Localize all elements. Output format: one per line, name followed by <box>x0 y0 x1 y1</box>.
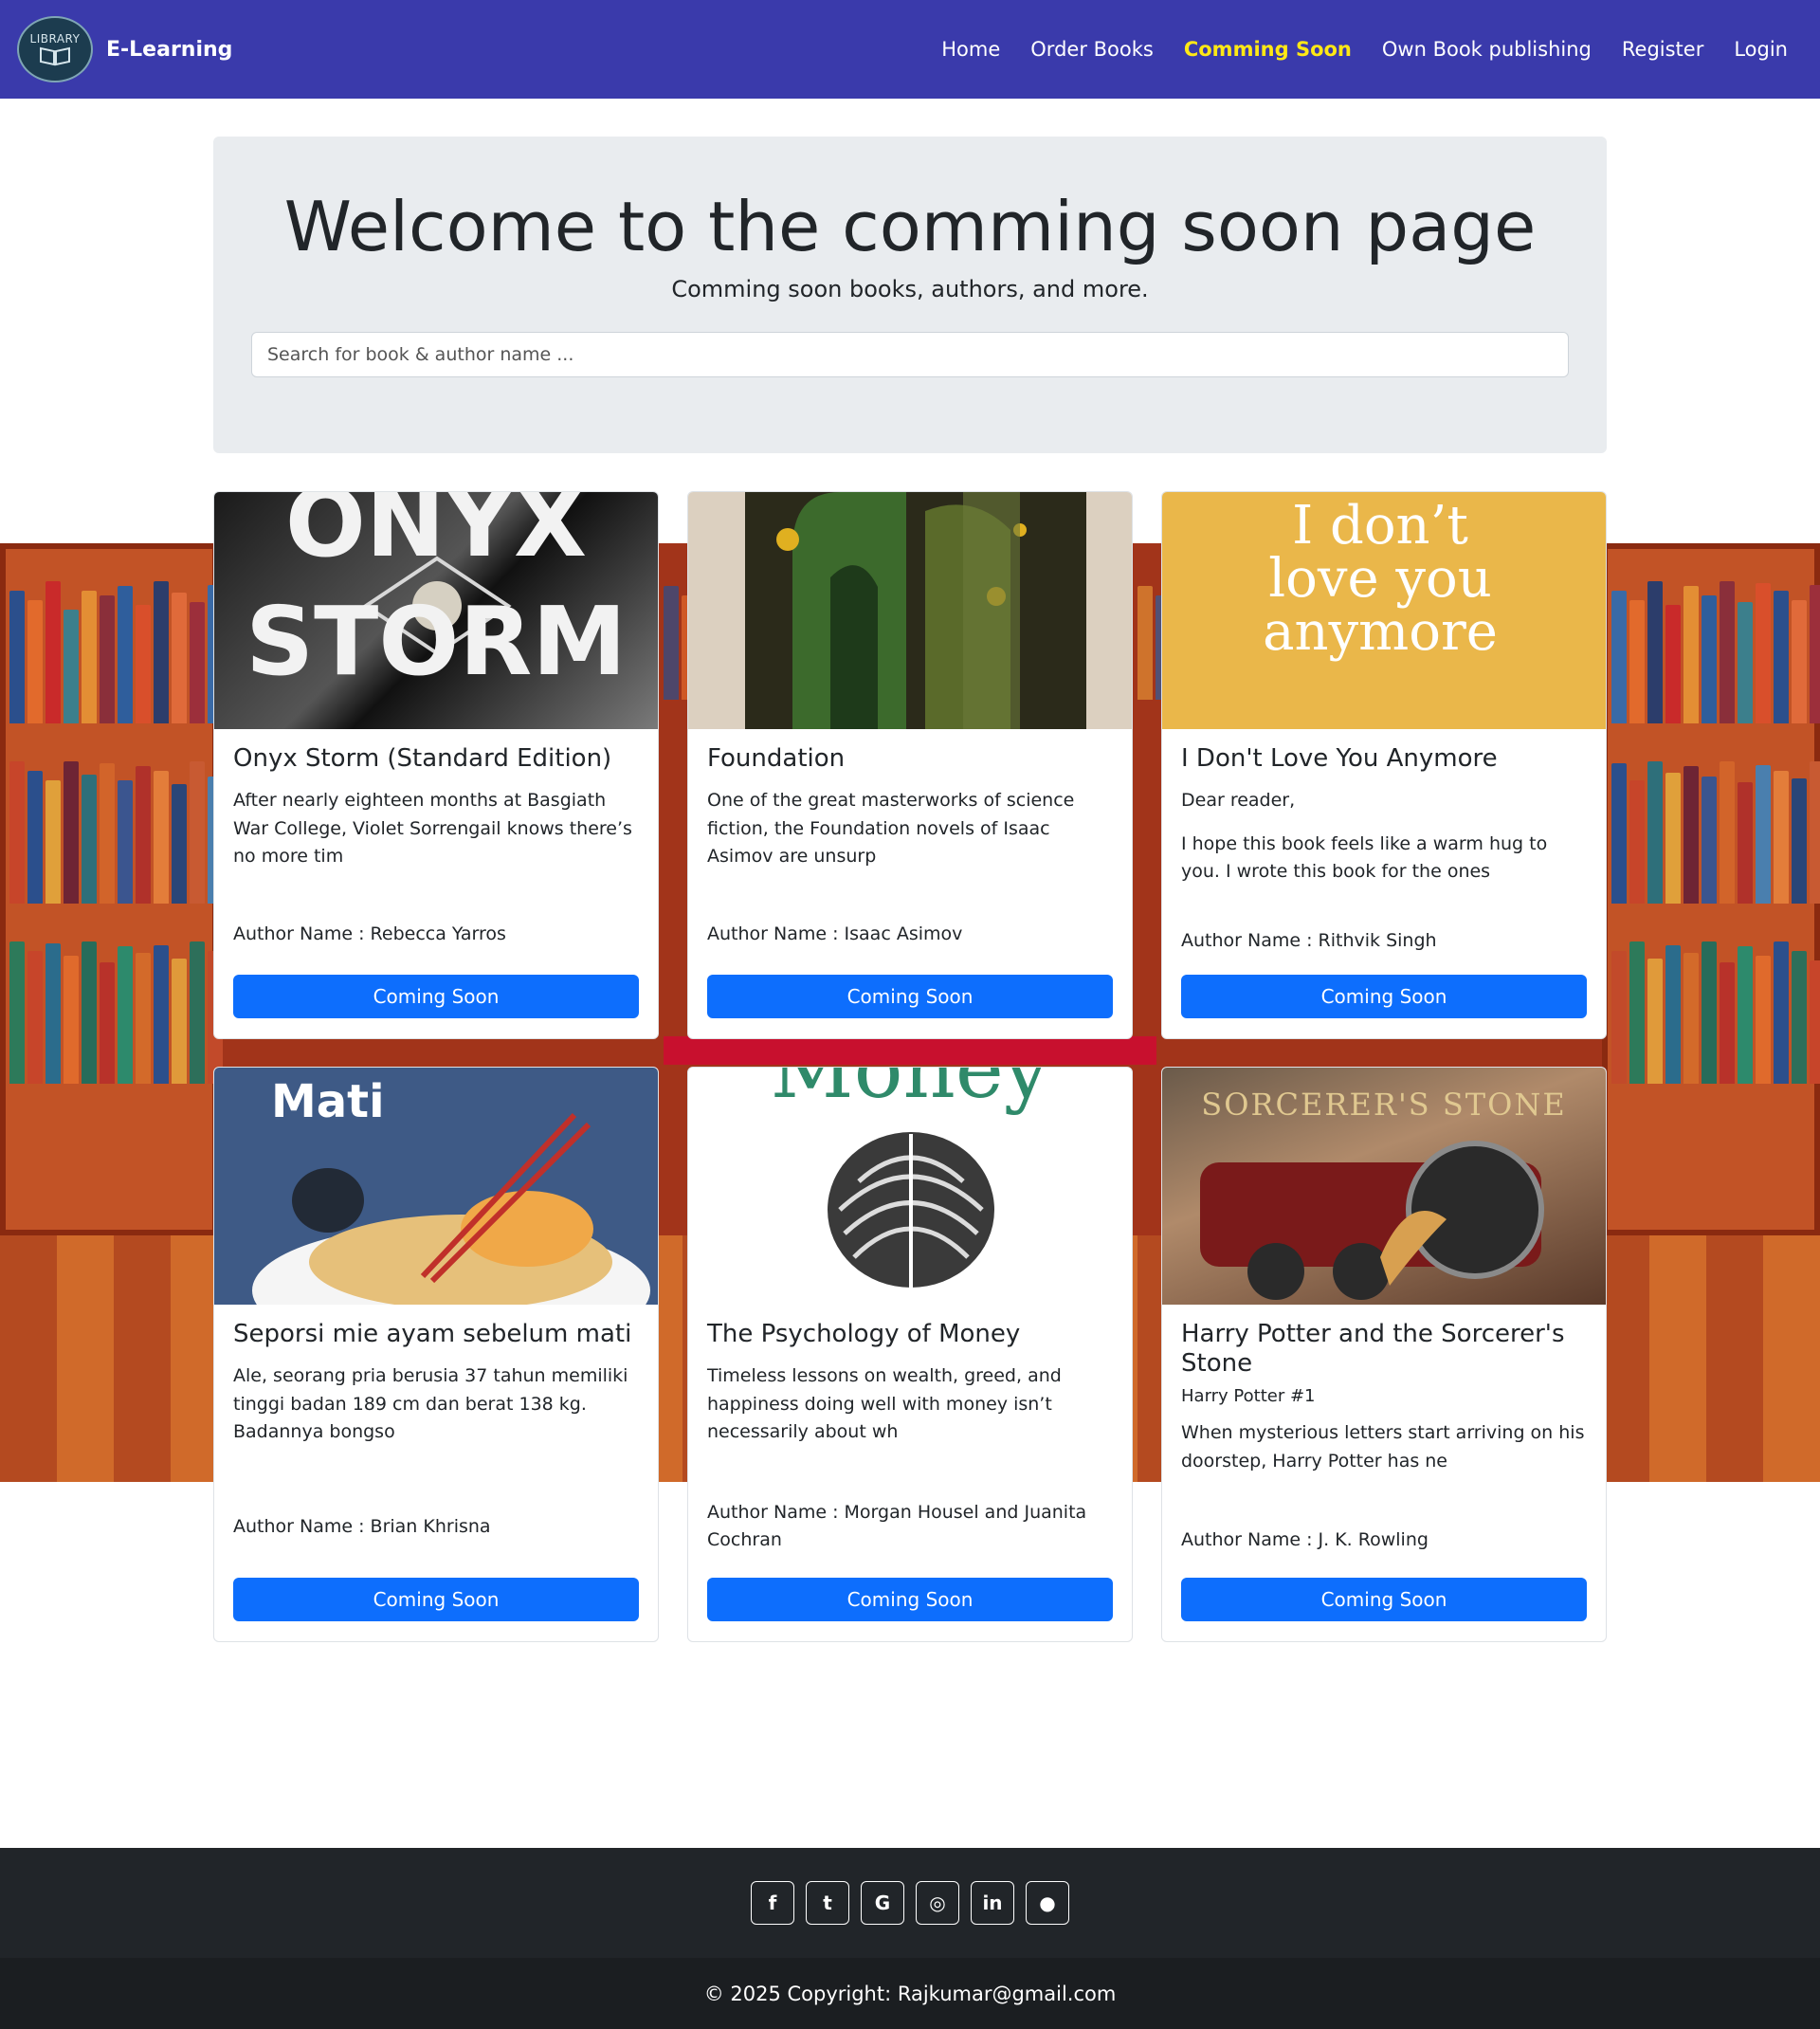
book-description: I hope this book feels like a warm hug t… <box>1181 832 1548 883</box>
nav-comming-soon[interactable]: Comming Soon <box>1169 38 1367 61</box>
coming-soon-button[interactable]: Coming Soon <box>233 975 639 1018</box>
book-cover-image: Mati <box>214 1068 658 1305</box>
author-name: Author Name : Brian Khrisna <box>233 1516 491 1537</box>
book-description-greeting: Dear reader, <box>1181 790 1296 812</box>
coming-soon-button[interactable]: Coming Soon <box>1181 1578 1587 1621</box>
brand-name[interactable]: E-Learning <box>106 38 232 62</box>
book-description: Timeless lessons on wealth, greed, and h… <box>707 1365 1062 1443</box>
nav-home[interactable]: Home <box>926 38 1015 61</box>
cover-title: Mati <box>271 1075 385 1128</box>
book-cover-image: I don’t love you anymore <box>1162 492 1606 729</box>
book-title: I Don't Love You Anymore <box>1181 744 1498 773</box>
copyright-text: © 2025 Copyright: Rajkumar@gmail.com <box>703 1982 1117 2005</box>
github-icon[interactable]: ● <box>1026 1881 1069 1925</box>
twitter-icon[interactable]: t <box>806 1881 849 1925</box>
cover-title: SORCERER'S STONE <box>1201 1087 1567 1123</box>
footer-copyright: © 2025 Copyright: Rajkumar@gmail.com <box>0 1958 1820 2029</box>
coming-soon-button[interactable]: Coming Soon <box>233 1578 639 1621</box>
coming-soon-button[interactable]: Coming Soon <box>707 975 1113 1018</box>
nav-register[interactable]: Register <box>1607 38 1719 61</box>
cover-title: I don’t love you anymore <box>1263 495 1498 663</box>
book-description: One of the great masterworks of science … <box>707 790 1075 868</box>
book-title: Onyx Storm (Standard Edition) <box>233 744 612 773</box>
book-card: Mati Seporsi mie ayam sebelum mati Ale, … <box>213 1067 659 1642</box>
open-book-icon <box>40 46 70 66</box>
book-description: When mysterious letters start arriving o… <box>1181 1422 1585 1471</box>
nav-links: Home Order Books Comming Soon Own Book p… <box>926 38 1803 61</box>
coming-soon-button[interactable]: Coming Soon <box>707 1578 1113 1621</box>
nav-login[interactable]: Login <box>1719 38 1803 61</box>
book-cover-image: Money <box>688 1068 1132 1305</box>
book-description: After nearly eighteen months at Basgiath… <box>233 790 632 868</box>
coming-soon-button[interactable]: Coming Soon <box>1181 975 1587 1018</box>
author-name: Author Name : Rithvik Singh <box>1181 930 1437 951</box>
book-cover-image: ONYX STORM <box>214 492 658 729</box>
book-description: Ale, seorang pria berusia 37 tahun memil… <box>233 1365 628 1443</box>
hero-subtitle: Comming soon books, authors, and more. <box>671 276 1149 303</box>
google-icon[interactable]: G <box>861 1881 904 1925</box>
cover-title: ONYX STORM <box>246 492 627 697</box>
book-cover-image <box>688 492 1132 729</box>
library-logo[interactable]: LIBRARY <box>17 16 93 82</box>
book-cover-image: SORCERER'S STONE <box>1162 1068 1606 1305</box>
book-series: Harry Potter #1 <box>1181 1386 1316 1407</box>
linkedin-icon[interactable]: in <box>971 1881 1014 1925</box>
logo-text: LIBRARY <box>29 32 81 46</box>
hero-title: Welcome to the comming soon page <box>283 187 1537 266</box>
book-card: Money The Psychology of Money Timeless l… <box>687 1067 1133 1642</box>
facebook-icon[interactable]: f <box>751 1881 794 1925</box>
footer-social-bar: f t G ◎ in ● <box>0 1848 1820 1958</box>
nav-order-books[interactable]: Order Books <box>1015 38 1169 61</box>
search-input[interactable] <box>251 332 1569 377</box>
book-card: ONYX STORM Onyx Storm (Standard Edition)… <box>213 491 659 1039</box>
book-card: I don’t love you anymore I Don't Love Yo… <box>1161 491 1607 1039</box>
author-name: Author Name : Rebecca Yarros <box>233 923 506 944</box>
book-title: Foundation <box>707 744 846 773</box>
book-title: The Psychology of Money <box>707 1320 1021 1348</box>
author-name: Author Name : J. K. Rowling <box>1181 1529 1429 1550</box>
navbar: LIBRARY E-Learning Home Order Books Comm… <box>0 0 1820 99</box>
author-name: Author Name : Morgan Housel and Juanita … <box>707 1502 1087 1551</box>
instagram-icon[interactable]: ◎ <box>916 1881 959 1925</box>
author-name: Author Name : Isaac Asimov <box>707 923 963 944</box>
nav-own-book-publishing[interactable]: Own Book publishing <box>1367 38 1607 61</box>
book-card: SORCERER'S STONE Harry Potter and the So… <box>1161 1067 1607 1642</box>
book-card: Foundation One of the great masterworks … <box>687 491 1133 1039</box>
hero-section: Welcome to the comming soon page Comming… <box>213 137 1607 453</box>
book-title: Harry Potter and the Sorcerer's Stone <box>1181 1320 1565 1379</box>
book-title: Seporsi mie ayam sebelum mati <box>233 1320 632 1348</box>
